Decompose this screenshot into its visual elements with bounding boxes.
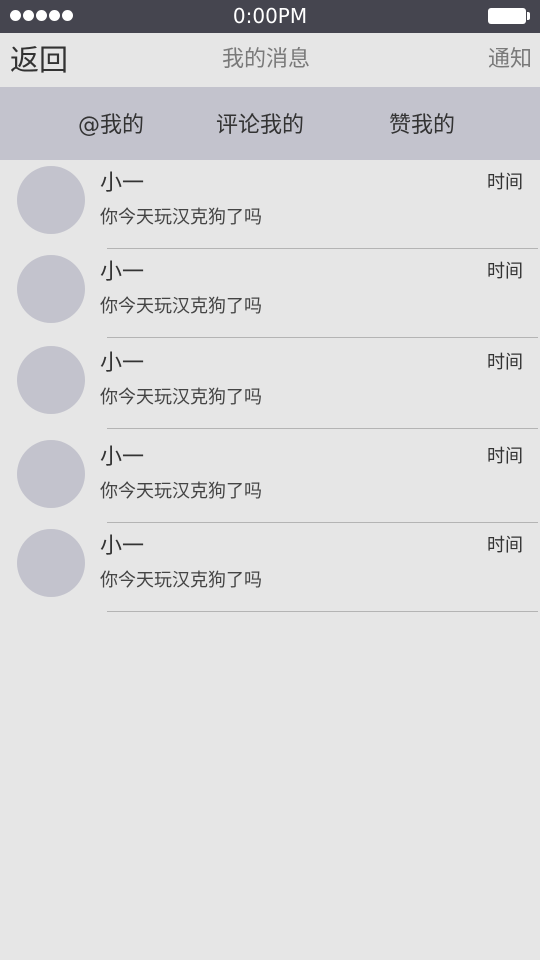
divider xyxy=(107,611,538,612)
message-sender: 小一 xyxy=(100,534,145,559)
message-text: 你今天玩汉克狗了吗 xyxy=(100,387,262,408)
message-text: 你今天玩汉克狗了吗 xyxy=(100,296,262,317)
message-sender: 小一 xyxy=(100,260,145,285)
avatar xyxy=(17,255,85,323)
message-time: 时间 xyxy=(487,446,523,467)
message-item[interactable]: 小一 时间 你今天玩汉克狗了吗 xyxy=(0,434,540,523)
divider xyxy=(107,428,538,429)
message-time: 时间 xyxy=(487,261,523,282)
tab-bar: @我的 评论我的 赞我的 xyxy=(0,87,540,160)
nav-bar: 返回 我的消息 通知 xyxy=(0,33,540,87)
notify-button[interactable]: 通知 xyxy=(488,45,532,75)
message-sender: 小一 xyxy=(100,351,145,376)
tab-mentions[interactable]: @我的 xyxy=(78,112,144,140)
page-title: 我的消息 xyxy=(221,47,310,72)
message-text: 你今天玩汉克狗了吗 xyxy=(100,570,262,591)
message-item[interactable]: 小一 时间 你今天玩汉克狗了吗 xyxy=(0,249,540,338)
status-bar: 0:00PM xyxy=(0,0,540,33)
divider xyxy=(107,337,538,338)
message-time: 时间 xyxy=(487,535,523,556)
message-time: 时间 xyxy=(487,352,523,373)
message-sender: 小一 xyxy=(100,171,145,196)
avatar xyxy=(17,440,85,508)
message-item[interactable]: 小一 时间 你今天玩汉克狗了吗 xyxy=(0,523,540,612)
message-text: 你今天玩汉克狗了吗 xyxy=(100,207,262,228)
avatar xyxy=(17,166,85,234)
avatar xyxy=(17,529,85,597)
tab-comments[interactable]: 评论我的 xyxy=(216,112,304,140)
message-item[interactable]: 小一 时间 你今天玩汉克狗了吗 xyxy=(0,340,540,429)
battery-icon xyxy=(488,8,530,24)
status-time: 0:00PM xyxy=(232,4,308,28)
message-item[interactable]: 小一 时间 你今天玩汉克狗了吗 xyxy=(0,160,540,249)
message-text: 你今天玩汉克狗了吗 xyxy=(100,481,262,502)
message-sender: 小一 xyxy=(100,445,145,470)
tab-likes[interactable]: 赞我的 xyxy=(389,112,455,140)
message-time: 时间 xyxy=(487,172,523,193)
avatar xyxy=(17,346,85,414)
